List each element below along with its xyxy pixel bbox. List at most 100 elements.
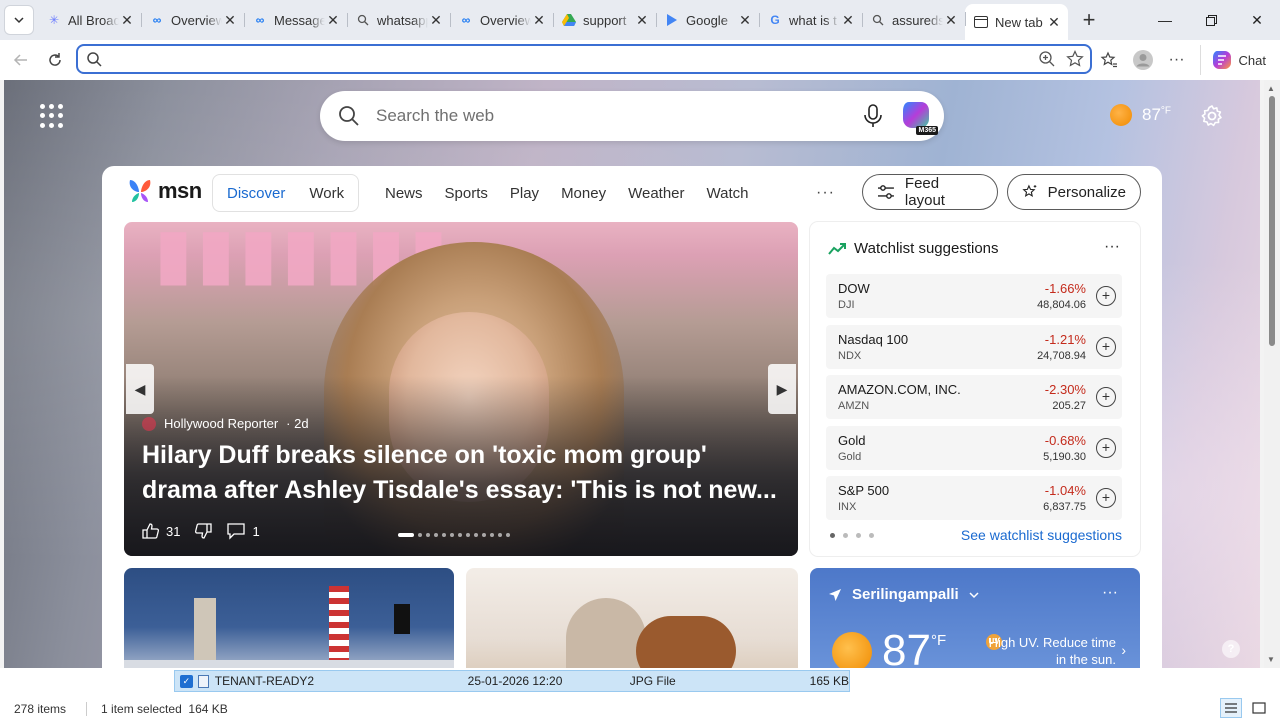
- tab-overview-2[interactable]: ∞ Overview ✕: [450, 5, 553, 35]
- close-icon[interactable]: ✕: [943, 12, 959, 28]
- carousel-dot[interactable]: [474, 533, 478, 537]
- carousel-dot[interactable]: [458, 533, 462, 537]
- tab-assureds[interactable]: assureds ✕: [862, 5, 965, 35]
- address-bar[interactable]: [76, 44, 1092, 74]
- copilot-chat-button[interactable]: Chat: [1199, 45, 1276, 75]
- nav-more-button[interactable]: ···: [816, 184, 835, 202]
- nav-sports[interactable]: Sports: [434, 185, 499, 202]
- watchlist-pager-dots[interactable]: [830, 533, 874, 538]
- tab-new-tab[interactable]: New tab ✕: [965, 4, 1068, 40]
- help-icon[interactable]: ?: [1222, 640, 1240, 658]
- tab-messages[interactable]: ∞ Messages ✕: [244, 5, 347, 35]
- carousel-dot[interactable]: [506, 533, 510, 537]
- refresh-button[interactable]: [38, 43, 72, 77]
- carousel-dots[interactable]: [398, 533, 510, 537]
- carousel-dot[interactable]: [418, 533, 422, 537]
- tab-what-is[interactable]: G what is t ✕: [759, 5, 862, 35]
- checkbox-checked-icon[interactable]: ✓: [180, 674, 193, 688]
- carousel-dot[interactable]: [498, 533, 502, 537]
- page-settings-button[interactable]: [1200, 104, 1224, 133]
- web-search-input[interactable]: [376, 106, 858, 126]
- restore-button[interactable]: [1188, 0, 1234, 40]
- weather-widget-top[interactable]: 87°F: [1110, 104, 1171, 126]
- web-search-box[interactable]: M365: [320, 91, 944, 141]
- carousel-dot[interactable]: [482, 533, 486, 537]
- close-icon[interactable]: ✕: [1046, 14, 1062, 30]
- close-icon[interactable]: ✕: [222, 12, 238, 28]
- comments-button[interactable]: 1: [226, 522, 260, 540]
- carousel-prev-button[interactable]: ◀: [126, 364, 154, 414]
- zoom-icon[interactable]: [1038, 50, 1056, 68]
- close-icon[interactable]: ✕: [531, 12, 547, 28]
- more-menu-button[interactable]: ···: [1160, 43, 1194, 77]
- weather-location[interactable]: Serilingampalli: [828, 586, 979, 603]
- m365-copilot-button[interactable]: M365: [900, 99, 938, 135]
- nav-money[interactable]: Money: [550, 185, 617, 202]
- add-to-watchlist-button[interactable]: +: [1096, 387, 1116, 407]
- personalize-button[interactable]: Personalize: [1007, 174, 1141, 210]
- close-icon[interactable]: ✕: [737, 12, 753, 28]
- carousel-next-button[interactable]: ▶: [768, 364, 796, 414]
- add-to-watchlist-button[interactable]: +: [1096, 488, 1116, 508]
- like-button[interactable]: 31: [142, 522, 180, 540]
- news-card-image[interactable]: [466, 568, 798, 668]
- see-watchlist-link[interactable]: See watchlist suggestions: [961, 527, 1122, 543]
- news-card-image[interactable]: [124, 568, 454, 668]
- profile-button[interactable]: [1126, 43, 1160, 77]
- watchlist-item[interactable]: Gold Gold -0.68% 5,190.30 +: [826, 426, 1122, 470]
- uv-alert[interactable]: High UV. Reduce time in the sun.: [986, 634, 1116, 668]
- carousel-dot[interactable]: [398, 533, 414, 537]
- carousel-dot[interactable]: [426, 533, 430, 537]
- tab-support[interactable]: support ✕: [553, 5, 656, 35]
- chevron-right-icon[interactable]: ›: [1121, 642, 1126, 658]
- weather-more-button[interactable]: ···: [1102, 584, 1118, 602]
- watchlist-item[interactable]: S&P 500 INX -1.04% 6,837.75 +: [826, 476, 1122, 520]
- hero-source[interactable]: Hollywood Reporter · 2d: [142, 416, 309, 431]
- new-tab-button[interactable]: +: [1074, 5, 1104, 35]
- favorites-button[interactable]: [1092, 43, 1126, 77]
- nav-play[interactable]: Play: [499, 185, 550, 202]
- hero-carousel[interactable]: ▮▮▮▮▮▮▮ ◀ ▶ Hollywood Reporter · 2d Hila…: [124, 222, 798, 556]
- watchlist-item[interactable]: Nasdaq 100 NDX -1.21% 24,708.94 +: [826, 325, 1122, 369]
- carousel-dot[interactable]: [490, 533, 494, 537]
- pill-discover[interactable]: Discover: [215, 176, 297, 210]
- add-to-watchlist-button[interactable]: +: [1096, 337, 1116, 357]
- carousel-dot[interactable]: [466, 533, 470, 537]
- page-scrollbar[interactable]: ▲ ▼: [1264, 80, 1280, 668]
- nav-watch[interactable]: Watch: [696, 185, 760, 202]
- tab-actions-menu-button[interactable]: [4, 5, 34, 35]
- scrollbar-thumb[interactable]: [1269, 96, 1275, 346]
- hero-headline[interactable]: Hilary Duff breaks silence on 'toxic mom…: [142, 438, 782, 508]
- carousel-dot[interactable]: [434, 533, 438, 537]
- watchlist-item[interactable]: AMAZON.COM, INC. AMZN -2.30% 205.27 +: [826, 375, 1122, 419]
- tab-overview[interactable]: ∞ Overview ✕: [141, 5, 244, 35]
- file-row-selected[interactable]: ✓ TENANT-READY2 25-01-2026 12:20 JPG Fil…: [174, 670, 850, 692]
- close-window-button[interactable]: ✕: [1234, 0, 1280, 40]
- nav-weather[interactable]: Weather: [617, 185, 695, 202]
- weather-card[interactable]: Serilingampalli ··· 87°F UV High UV. Red…: [810, 568, 1140, 668]
- msn-logo[interactable]: msn: [126, 178, 202, 204]
- back-button[interactable]: [4, 43, 38, 77]
- close-icon[interactable]: ✕: [634, 12, 650, 28]
- tab-whatsapp[interactable]: whatsapp ✕: [347, 5, 450, 35]
- voice-search-button[interactable]: [858, 101, 888, 131]
- pill-work[interactable]: Work: [297, 176, 356, 210]
- dislike-button[interactable]: [194, 522, 213, 540]
- scroll-down-icon[interactable]: ▼: [1267, 655, 1275, 664]
- carousel-dot[interactable]: [450, 533, 454, 537]
- minimize-button[interactable]: —: [1142, 0, 1188, 40]
- add-to-watchlist-button[interactable]: +: [1096, 286, 1116, 306]
- close-icon[interactable]: ✕: [119, 12, 135, 28]
- tab-google[interactable]: Google ✕: [656, 5, 759, 35]
- watchlist-more-button[interactable]: ···: [1104, 238, 1120, 256]
- feed-layout-button[interactable]: Feed layout: [862, 174, 998, 210]
- scroll-up-icon[interactable]: ▲: [1267, 84, 1275, 93]
- close-icon[interactable]: ✕: [428, 12, 444, 28]
- tab-all-broadcasts[interactable]: ✳ All Broadcasts ✕: [38, 5, 141, 35]
- address-input[interactable]: [110, 47, 1038, 71]
- add-to-watchlist-button[interactable]: +: [1096, 438, 1116, 458]
- nav-news[interactable]: News: [374, 185, 434, 202]
- details-view-button[interactable]: [1220, 698, 1242, 718]
- tiles-view-button[interactable]: [1248, 698, 1270, 718]
- close-icon[interactable]: ✕: [840, 12, 856, 28]
